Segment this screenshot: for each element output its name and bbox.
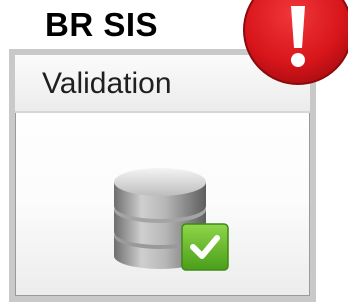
screen: BR SIS Validation xyxy=(0,0,354,308)
tile-label: Validation xyxy=(42,67,172,100)
exclamation-alert-icon xyxy=(243,0,348,85)
database-check-icon xyxy=(114,168,229,271)
page-title: BR SIS xyxy=(45,6,159,43)
